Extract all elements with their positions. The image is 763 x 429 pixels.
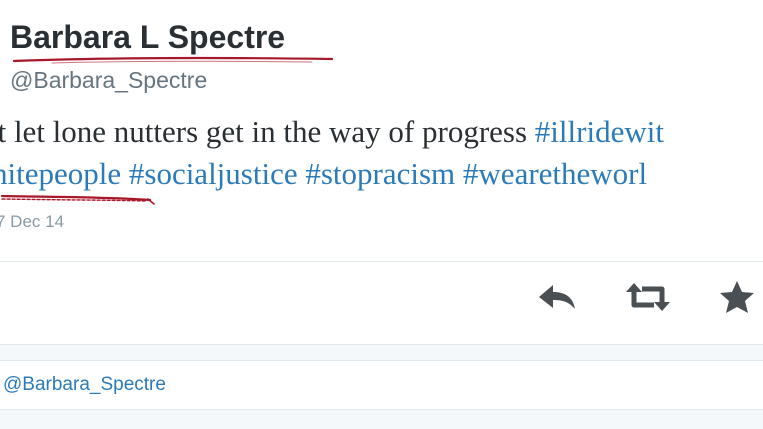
reply-input-value: @Barbara_Spectre [3, 374, 166, 395]
hashtag-link[interactable]: hitepeople [0, 156, 121, 191]
hashtag-link[interactable]: #socialjustice [129, 156, 298, 191]
hashtag-link[interactable]: #wearetheworl [463, 156, 647, 191]
hashtag-link[interactable]: #illridewit [535, 114, 664, 149]
tweet-text: 't let lone nutters get in the way of pr… [0, 114, 535, 149]
tweet-text-line-2: hitepeople #socialjustice #stopracism #w… [0, 156, 647, 192]
red-underline-annotation [0, 194, 155, 205]
tweet-date[interactable]: 7 Dec 14 [0, 211, 64, 233]
retweet-icon[interactable] [624, 279, 672, 315]
hashtag-link[interactable]: #stopracism [305, 156, 455, 191]
tweet-text-line-1: 't let lone nutters get in the way of pr… [0, 114, 664, 150]
reply-input[interactable]: @Barbara_Spectre [0, 360, 763, 410]
star-icon[interactable] [716, 279, 758, 315]
author-handle[interactable]: @Barbara_Spectre [10, 66, 207, 94]
author-display-name[interactable]: Barbara L Spectre [10, 17, 285, 57]
reply-arrow-icon[interactable] [535, 279, 577, 315]
tweet-card: Barbara L Spectre @Barbara_Spectre 't le… [0, 0, 763, 429]
